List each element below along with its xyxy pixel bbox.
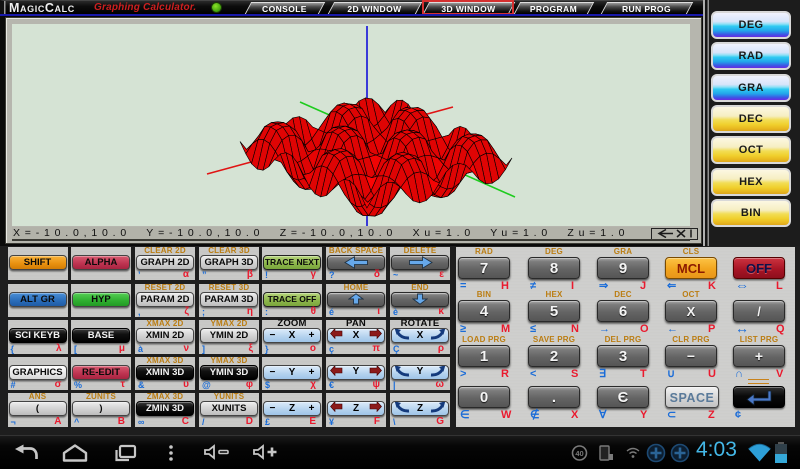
svg-text:40: 40: [575, 449, 583, 458]
